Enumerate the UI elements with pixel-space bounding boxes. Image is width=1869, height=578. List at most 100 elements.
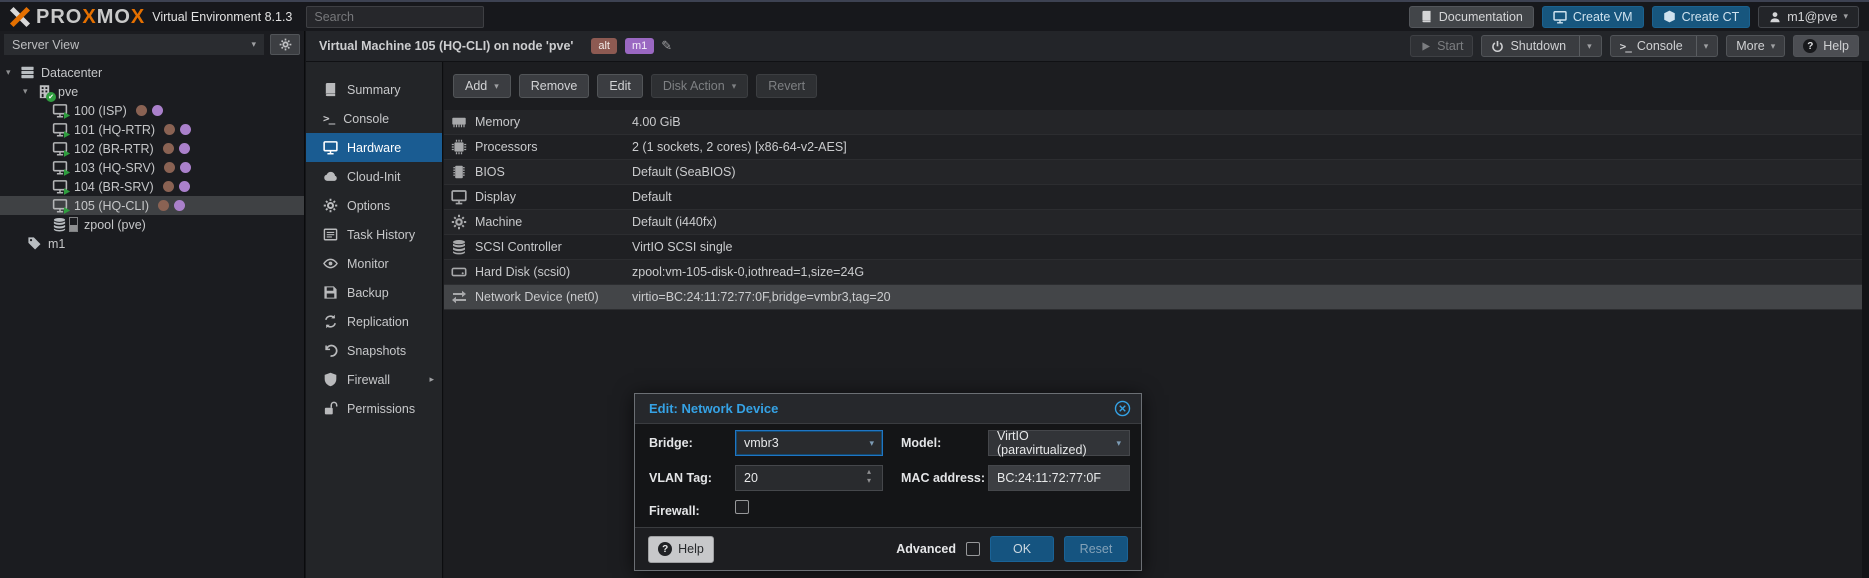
vm-menu-item-cloud-init[interactable]: Cloud-Init bbox=[306, 162, 442, 191]
advanced-checkbox[interactable] bbox=[966, 542, 980, 556]
tag-dot-m1 bbox=[152, 105, 163, 116]
edit-network-device-dialog: Edit: Network Device Bridge: vmbr3 ▾ Mod… bbox=[634, 393, 1142, 571]
bridge-combo[interactable]: vmbr3 ▾ bbox=[735, 430, 883, 456]
shutdown-button[interactable]: Shutdown ▾ bbox=[1481, 35, 1601, 57]
tree-item-label: 104 (BR-SRV) bbox=[74, 180, 154, 194]
chevron-down-icon[interactable]: ▾ bbox=[23, 86, 37, 97]
dialog-footer: ? Help Advanced OK Reset bbox=[635, 527, 1141, 570]
vm-menu-item-snapshots[interactable]: Snapshots bbox=[306, 336, 442, 365]
vm-menu: Summary >_Console Hardware Cloud-Init Op… bbox=[306, 62, 443, 578]
tree-settings-button[interactable] bbox=[270, 34, 300, 55]
start-button[interactable]: Start bbox=[1410, 35, 1473, 57]
hardware-toolbar: Add▾ Remove Edit Disk Action▾ Revert bbox=[444, 62, 1869, 98]
console-menu-toggle[interactable]: ▾ bbox=[1696, 36, 1709, 56]
search-input[interactable] bbox=[306, 6, 484, 28]
edit-tags-pencil-icon[interactable]: ✎ bbox=[661, 38, 672, 54]
vlan-tag-field[interactable]: 20 bbox=[735, 465, 883, 491]
tree-item-datacenter[interactable]: ▾ Datacenter bbox=[0, 63, 304, 82]
vm-menu-item-backup[interactable]: Backup bbox=[306, 278, 442, 307]
remove-button[interactable]: Remove bbox=[519, 74, 590, 98]
table-row-machine[interactable]: MachineDefault (i440fx) bbox=[444, 210, 1862, 235]
table-row-display[interactable]: DisplayDefault bbox=[444, 185, 1862, 210]
play-icon bbox=[1420, 41, 1431, 52]
tree-item-vm-104[interactable]: 104 (BR-SRV) bbox=[0, 177, 304, 196]
documentation-button[interactable]: Documentation bbox=[1409, 6, 1534, 28]
chevron-down-icon[interactable]: ▾ bbox=[6, 67, 20, 78]
vm-running-icon bbox=[52, 160, 68, 175]
vm-menu-item-firewall[interactable]: Firewall▸ bbox=[306, 365, 442, 394]
ok-button[interactable]: OK bbox=[990, 536, 1054, 562]
tree-item-vm-103[interactable]: 103 (HQ-SRV) bbox=[0, 158, 304, 177]
console-button[interactable]: >_ Console ▾ bbox=[1610, 35, 1719, 57]
vm-running-icon bbox=[52, 179, 68, 194]
model-combo[interactable]: VirtIO (paravirtualized) ▾ bbox=[988, 430, 1130, 456]
dialog-help-button[interactable]: ? Help bbox=[648, 536, 714, 563]
tree-item-label: 100 (ISP) bbox=[74, 104, 127, 118]
table-row-processors[interactable]: Processors2 (1 sockets, 2 cores) [x86-64… bbox=[444, 135, 1862, 160]
vm-menu-item-permissions[interactable]: Permissions bbox=[306, 394, 442, 423]
table-row-network-device[interactable]: Network Device (net0)virtio=BC:24:11:72:… bbox=[444, 285, 1862, 310]
chevron-down-icon: ▾ bbox=[494, 82, 499, 91]
tree-item-node-pve[interactable]: ▾ ✔ pve bbox=[0, 82, 304, 101]
vm-menu-item-console[interactable]: >_Console bbox=[306, 104, 442, 133]
mac-address-field[interactable] bbox=[988, 465, 1130, 491]
tree-item-vm-100[interactable]: 100 (ISP) bbox=[0, 101, 304, 120]
chevron-down-icon: ▾ bbox=[1587, 42, 1592, 51]
revert-button[interactable]: Revert bbox=[756, 74, 817, 98]
page-title: Virtual Machine 105 (HQ-CLI) on node 'pv… bbox=[319, 39, 573, 53]
table-row-bios[interactable]: BIOSDefault (SeaBIOS) bbox=[444, 160, 1862, 185]
more-button[interactable]: More ▾ bbox=[1726, 35, 1785, 57]
user-icon bbox=[1769, 11, 1781, 23]
spinner-down-icon[interactable]: ▾ bbox=[867, 477, 871, 485]
terminal-icon: >_ bbox=[323, 112, 334, 125]
add-button[interactable]: Add▾ bbox=[453, 74, 511, 98]
table-row-memory[interactable]: Memory4.00 GiB bbox=[444, 110, 1862, 135]
tree-item-vm-105[interactable]: 105 (HQ-CLI) bbox=[0, 196, 304, 215]
firewall-checkbox[interactable] bbox=[735, 500, 749, 514]
table-row-scsi-controller[interactable]: SCSI ControllerVirtIO SCSI single bbox=[444, 235, 1862, 260]
shutdown-menu-toggle[interactable]: ▾ bbox=[1579, 36, 1592, 56]
help-button[interactable]: ? Help bbox=[1793, 35, 1859, 57]
number-spinner[interactable]: ▴ ▾ bbox=[867, 468, 871, 485]
power-icon bbox=[1491, 40, 1504, 53]
vm-menu-item-task-history[interactable]: Task History bbox=[306, 220, 442, 249]
close-icon[interactable] bbox=[1114, 400, 1131, 417]
datacenter-icon bbox=[20, 65, 35, 80]
cogs-icon bbox=[451, 214, 467, 230]
edit-button[interactable]: Edit bbox=[597, 74, 643, 98]
reset-button[interactable]: Reset bbox=[1064, 536, 1128, 562]
tree-item-vm-102[interactable]: 102 (BR-RTR) bbox=[0, 139, 304, 158]
user-menu-button[interactable]: m1@pve ▾ bbox=[1758, 6, 1859, 28]
tree-item-storage-zpool[interactable]: zpool (pve) bbox=[0, 215, 304, 234]
dialog-title: Edit: Network Device bbox=[649, 401, 778, 416]
vm-menu-item-summary[interactable]: Summary bbox=[306, 75, 442, 104]
tree-item-label: 101 (HQ-RTR) bbox=[74, 123, 155, 137]
view-selector[interactable]: Server View ▾ bbox=[4, 34, 264, 55]
tag-dot-m1 bbox=[180, 124, 191, 135]
tree-item-label: 103 (HQ-SRV) bbox=[74, 161, 155, 175]
table-row-hard-disk[interactable]: Hard Disk (scsi0)zpool:vm-105-disk-0,iot… bbox=[444, 260, 1862, 285]
vm-menu-item-monitor[interactable]: Monitor bbox=[306, 249, 442, 278]
tree-item-vm-101[interactable]: 101 (HQ-RTR) bbox=[0, 120, 304, 139]
storage-usage-indicator bbox=[69, 217, 78, 232]
chip-icon bbox=[451, 164, 467, 180]
vm-menu-item-replication[interactable]: Replication bbox=[306, 307, 442, 336]
scrollbar-track[interactable] bbox=[1862, 62, 1869, 578]
tag-dot-m1 bbox=[179, 181, 190, 192]
create-ct-button[interactable]: Create CT bbox=[1652, 6, 1751, 28]
database-icon bbox=[451, 239, 467, 255]
chevron-down-icon: ▾ bbox=[1771, 42, 1776, 51]
vm-menu-item-options[interactable]: Options bbox=[306, 191, 442, 220]
storage-icon bbox=[52, 217, 67, 232]
memory-icon bbox=[451, 114, 467, 130]
create-vm-button[interactable]: Create VM bbox=[1542, 6, 1644, 28]
disk-action-button[interactable]: Disk Action▾ bbox=[651, 74, 748, 98]
tag-dot-m1 bbox=[180, 162, 191, 173]
dialog-header[interactable]: Edit: Network Device bbox=[635, 394, 1141, 424]
vm-menu-item-hardware[interactable]: Hardware bbox=[306, 133, 442, 162]
tree-item-pool-m1[interactable]: m1 bbox=[0, 234, 304, 253]
spinner-up-icon[interactable]: ▴ bbox=[867, 468, 871, 476]
online-check-icon: ✔ bbox=[46, 92, 56, 102]
hardware-table: Memory4.00 GiB Processors2 (1 sockets, 2… bbox=[444, 110, 1862, 310]
vm-tag-alt: alt bbox=[591, 38, 617, 54]
